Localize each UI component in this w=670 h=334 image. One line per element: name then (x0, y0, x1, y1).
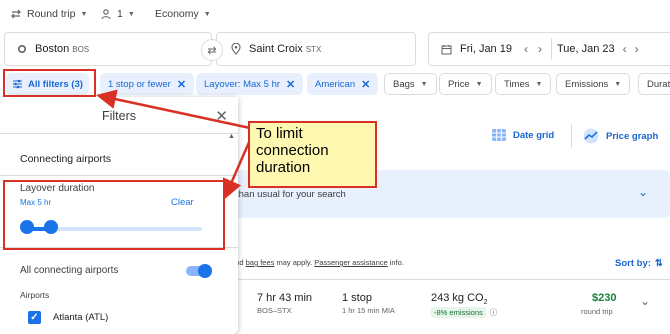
callout-line: To limit (256, 125, 303, 142)
callout-line: duration (256, 159, 311, 176)
arrow-to-all-filters (96, 89, 251, 130)
arrow-to-layover-duration (222, 139, 252, 200)
annotation-callout: To limit connection duration (248, 121, 377, 188)
callout-line: connection (256, 142, 329, 159)
